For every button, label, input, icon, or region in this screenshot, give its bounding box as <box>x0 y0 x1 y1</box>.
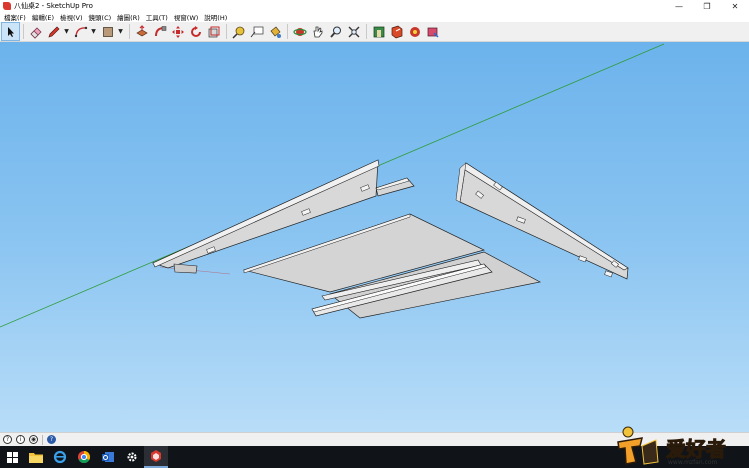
paint-bucket-tool-button[interactable] <box>266 23 283 40</box>
menu-camera[interactable]: 鏡頭(C) <box>86 12 115 22</box>
start-button[interactable] <box>0 446 24 468</box>
status-separator <box>42 434 43 445</box>
arc-icon <box>74 26 87 37</box>
title-bar: 八仙桌2 - SketchUp Pro — ❐ ✕ <box>0 0 749 12</box>
menu-draw[interactable]: 繪圖(R) <box>114 12 143 22</box>
taskbar-outlook[interactable] <box>96 446 120 468</box>
eraser-tool-button[interactable] <box>27 23 44 40</box>
tape-measure-tool-button[interactable] <box>230 23 247 40</box>
watermark-url-text: www.mzfan.com <box>668 459 718 466</box>
layout-icon <box>409 26 420 37</box>
toolbar-separator <box>23 24 24 39</box>
menu-tools[interactable]: 工具(T) <box>143 12 171 22</box>
menu-window[interactable]: 視窗(W) <box>171 12 202 22</box>
text-tag-icon <box>250 26 263 37</box>
gear-icon <box>127 452 137 462</box>
geo-location-icon[interactable]: ? <box>3 435 12 444</box>
minimize-button[interactable]: — <box>665 0 693 12</box>
menu-file[interactable]: 檔案(F) <box>0 12 29 22</box>
taskbar-internet-explorer[interactable] <box>48 446 72 468</box>
chrome-icon <box>78 451 91 464</box>
window-title: 八仙桌2 - SketchUp Pro <box>14 2 93 10</box>
pencil-icon <box>47 26 59 38</box>
credits-icon[interactable]: i <box>16 435 25 444</box>
follow-me-icon <box>154 25 166 36</box>
move-tool-button[interactable] <box>169 23 186 40</box>
sketchup-icon <box>151 450 161 462</box>
extension-icon <box>391 25 402 38</box>
select-arrow-icon <box>7 26 14 37</box>
orbit-tool-button[interactable] <box>291 23 308 40</box>
pan-hand-icon <box>313 26 322 37</box>
scale-icon <box>208 26 219 37</box>
layout-button[interactable] <box>406 23 423 40</box>
folder-icon <box>29 453 43 463</box>
windows-logo-icon <box>6 451 18 463</box>
help-icon[interactable]: ? <box>47 435 56 444</box>
send-to-layout-button[interactable] <box>424 23 441 40</box>
menu-help[interactable]: 說明(H) <box>201 12 230 22</box>
watermark-brand-text: 爱好者 <box>666 437 726 461</box>
rotate-tool-button[interactable] <box>187 23 204 40</box>
getting-started-toolbar: ▼ ▼ ▼ <box>0 22 749 42</box>
arc-tool-button[interactable] <box>72 23 89 40</box>
sketchup-window: 八仙桌2 - SketchUp Pro — ❐ ✕ 檔案(F) 編輯(E) 檢視… <box>0 0 749 468</box>
model-drawing <box>0 43 665 328</box>
toolbar-separator <box>129 24 130 39</box>
zoom-extents-tool-button[interactable] <box>345 23 362 40</box>
menu-view[interactable]: 檢視(V) <box>57 12 86 22</box>
sketchup-app-icon[interactable] <box>3 2 11 10</box>
close-button[interactable]: ✕ <box>721 0 749 12</box>
menu-edit[interactable]: 編輯(E) <box>29 12 57 22</box>
push-pull-icon <box>135 24 148 36</box>
model-viewport[interactable] <box>0 42 749 432</box>
paint-bucket-icon <box>270 26 281 38</box>
rectangle-tool-button[interactable] <box>99 23 116 40</box>
watermark-logo: 爱好者 www.mzfan.com <box>617 426 727 466</box>
internet-explorer-icon <box>53 450 67 464</box>
user-icon[interactable]: ◉ <box>29 435 38 444</box>
text-tool-button[interactable] <box>248 23 265 40</box>
taskbar-settings[interactable] <box>120 446 144 468</box>
tape-measure-icon <box>231 26 244 39</box>
short-stretcher[interactable] <box>375 177 415 197</box>
pan-tool-button[interactable] <box>309 23 326 40</box>
zoom-magnifier-icon <box>329 26 341 38</box>
orbit-icon <box>292 27 307 36</box>
maximize-button[interactable]: ❐ <box>693 0 721 12</box>
arc-tool-dropdown-icon[interactable]: ▼ <box>90 23 97 40</box>
send-to-layout-icon <box>427 27 439 38</box>
taskbar-file-explorer[interactable] <box>24 446 48 468</box>
line-tool-dropdown-icon[interactable]: ▼ <box>63 23 70 40</box>
forum-watermark: 爱好者 www.mzfan.com <box>616 424 746 466</box>
zoom-extents-icon <box>348 26 359 37</box>
toolbar-separator <box>226 24 227 39</box>
scale-tool-button[interactable] <box>205 23 222 40</box>
taskbar-sketchup[interactable] <box>144 446 168 468</box>
extension-warehouse-button[interactable] <box>388 23 405 40</box>
toolbar-separator <box>287 24 288 39</box>
outlook-icon <box>102 452 114 462</box>
push-pull-tool-button[interactable] <box>133 23 150 40</box>
select-tool-button[interactable] <box>1 22 20 41</box>
eraser-icon <box>29 26 42 39</box>
3d-warehouse-button[interactable] <box>370 23 387 40</box>
move-arrows-icon <box>171 25 184 38</box>
toolbar-separator <box>366 24 367 39</box>
follow-me-tool-button[interactable] <box>151 23 168 40</box>
rectangle-tool-dropdown-icon[interactable]: ▼ <box>117 23 124 40</box>
warehouse-icon <box>373 26 384 37</box>
menu-bar: 檔案(F) 編輯(E) 檢視(V) 鏡頭(C) 繪圖(R) 工具(T) 視窗(W… <box>0 12 749 22</box>
line-tool-button[interactable] <box>45 23 62 40</box>
rotate-icon <box>190 25 201 37</box>
rectangle-icon <box>102 26 113 37</box>
zoom-tool-button[interactable] <box>327 23 344 40</box>
taskbar-chrome[interactable] <box>72 446 96 468</box>
